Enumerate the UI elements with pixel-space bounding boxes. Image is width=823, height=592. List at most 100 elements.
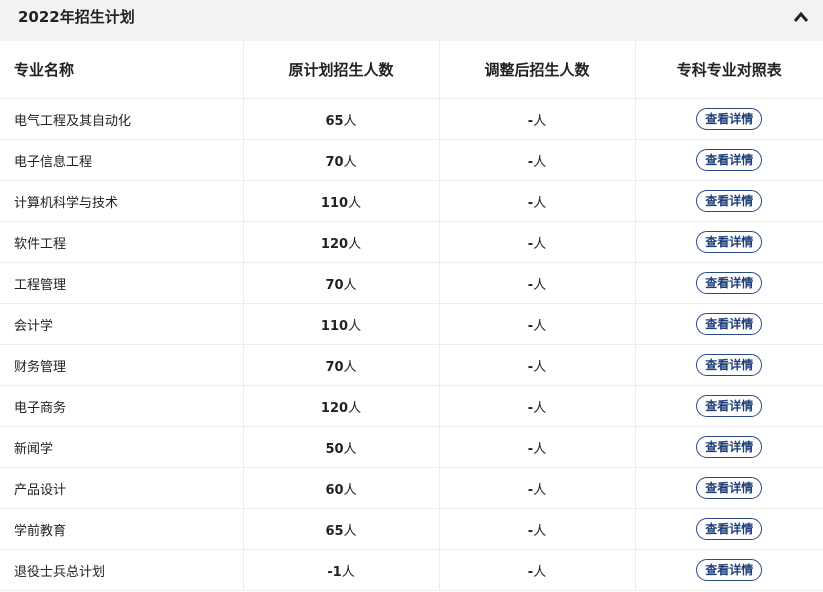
adjusted-count: -人 (439, 98, 636, 140)
view-details-button[interactable]: 查看详情 (696, 477, 763, 499)
view-details-button[interactable]: 查看详情 (696, 395, 763, 417)
table-row: 新闻学 50人 -人 查看详情 (0, 426, 823, 468)
table-row: 退役士兵总计划 -1人 -人 查看详情 (0, 549, 823, 591)
planned-count-value: 60 (325, 482, 344, 498)
view-details-button[interactable]: 查看详情 (696, 231, 763, 253)
planned-count-value: 70 (325, 154, 344, 170)
unit-label: 人 (533, 400, 547, 416)
table-row: 工程管理 70人 -人 查看详情 (0, 262, 823, 304)
unit-label: 人 (533, 359, 547, 375)
header-comparison-table: 专科专业对照表 (635, 41, 823, 99)
adjusted-count: -人 (439, 139, 636, 181)
chevron-up-icon[interactable] (793, 10, 809, 24)
major-name: 新闻学 (0, 426, 244, 468)
planned-count: 120人 (243, 221, 440, 263)
view-details-button[interactable]: 查看详情 (696, 190, 763, 212)
unit-label: 人 (343, 277, 357, 293)
enrollment-table: 专业名称 原计划招生人数 调整后招生人数 专科专业对照表 电气工程及其自动化 65… (0, 41, 823, 591)
planned-count: 65人 (243, 508, 440, 550)
adjusted-count: -人 (439, 508, 636, 550)
view-details-button[interactable]: 查看详情 (696, 313, 763, 335)
header-planned-count: 原计划招生人数 (243, 41, 440, 99)
major-name: 电子商务 (0, 385, 244, 427)
detail-cell: 查看详情 (635, 98, 823, 140)
major-name: 工程管理 (0, 262, 244, 304)
major-name: 电气工程及其自动化 (0, 98, 244, 140)
major-name: 软件工程 (0, 221, 244, 263)
unit-label: 人 (533, 154, 547, 170)
header-major-name: 专业名称 (0, 41, 244, 99)
detail-cell: 查看详情 (635, 426, 823, 468)
detail-cell: 查看详情 (635, 385, 823, 427)
planned-count-value: 50 (325, 441, 344, 457)
adjusted-count: -人 (439, 180, 636, 222)
unit-label: 人 (533, 564, 547, 580)
table-row: 软件工程 120人 -人 查看详情 (0, 221, 823, 263)
panel-header: 2022年招生计划 (0, 0, 823, 41)
unit-label: 人 (533, 277, 547, 293)
unit-label: 人 (533, 236, 547, 252)
table-row: 计算机科学与技术 110人 -人 查看详情 (0, 180, 823, 222)
major-name: 学前教育 (0, 508, 244, 550)
unit-label: 人 (533, 523, 547, 539)
planned-count-value: -1 (327, 564, 342, 580)
planned-count: 110人 (243, 180, 440, 222)
planned-count-value: 120 (320, 236, 349, 252)
planned-count-value: 120 (320, 400, 349, 416)
view-details-button[interactable]: 查看详情 (696, 108, 763, 130)
detail-cell: 查看详情 (635, 139, 823, 181)
unit-label: 人 (533, 441, 547, 457)
table-row: 会计学 110人 -人 查看详情 (0, 303, 823, 345)
adjusted-count: -人 (439, 262, 636, 304)
detail-cell: 查看详情 (635, 549, 823, 591)
view-details-button[interactable]: 查看详情 (696, 559, 763, 581)
table-row: 电子商务 120人 -人 查看详情 (0, 385, 823, 427)
unit-label: 人 (348, 318, 362, 334)
unit-label: 人 (348, 400, 362, 416)
detail-cell: 查看详情 (635, 262, 823, 304)
unit-label: 人 (343, 523, 357, 539)
unit-label: 人 (348, 195, 362, 211)
planned-count-value: 70 (325, 359, 344, 375)
view-details-button[interactable]: 查看详情 (696, 518, 763, 540)
major-name: 计算机科学与技术 (0, 180, 244, 222)
table-row: 学前教育 65人 -人 查看详情 (0, 508, 823, 550)
adjusted-count: -人 (439, 303, 636, 345)
view-details-button[interactable]: 查看详情 (696, 354, 763, 376)
detail-cell: 查看详情 (635, 467, 823, 509)
unit-label: 人 (533, 195, 547, 211)
view-details-button[interactable]: 查看详情 (696, 149, 763, 171)
panel-title: 2022年招生计划 (18, 8, 135, 26)
unit-label: 人 (348, 236, 362, 252)
table-row: 电气工程及其自动化 65人 -人 查看详情 (0, 98, 823, 140)
unit-label: 人 (343, 441, 357, 457)
planned-count-value: 65 (325, 113, 344, 129)
major-name: 会计学 (0, 303, 244, 345)
adjusted-count: -人 (439, 385, 636, 427)
unit-label: 人 (343, 113, 357, 129)
adjusted-count: -人 (439, 549, 636, 591)
planned-count: 70人 (243, 139, 440, 181)
detail-cell: 查看详情 (635, 344, 823, 386)
detail-cell: 查看详情 (635, 508, 823, 550)
detail-cell: 查看详情 (635, 221, 823, 263)
major-name: 财务管理 (0, 344, 244, 386)
planned-count-value: 110 (320, 318, 349, 334)
unit-label: 人 (533, 113, 547, 129)
table-header-row: 专业名称 原计划招生人数 调整后招生人数 专科专业对照表 (0, 41, 823, 99)
adjusted-count: -人 (439, 467, 636, 509)
detail-cell: 查看详情 (635, 180, 823, 222)
table-row: 产品设计 60人 -人 查看详情 (0, 467, 823, 509)
planned-count: 65人 (243, 98, 440, 140)
planned-count: -1人 (243, 549, 440, 591)
major-name: 电子信息工程 (0, 139, 244, 181)
detail-cell: 查看详情 (635, 303, 823, 345)
unit-label: 人 (341, 564, 355, 580)
unit-label: 人 (343, 359, 357, 375)
view-details-button[interactable]: 查看详情 (696, 436, 763, 458)
unit-label: 人 (533, 482, 547, 498)
planned-count: 60人 (243, 467, 440, 509)
unit-label: 人 (343, 154, 357, 170)
adjusted-count: -人 (439, 344, 636, 386)
view-details-button[interactable]: 查看详情 (696, 272, 763, 294)
